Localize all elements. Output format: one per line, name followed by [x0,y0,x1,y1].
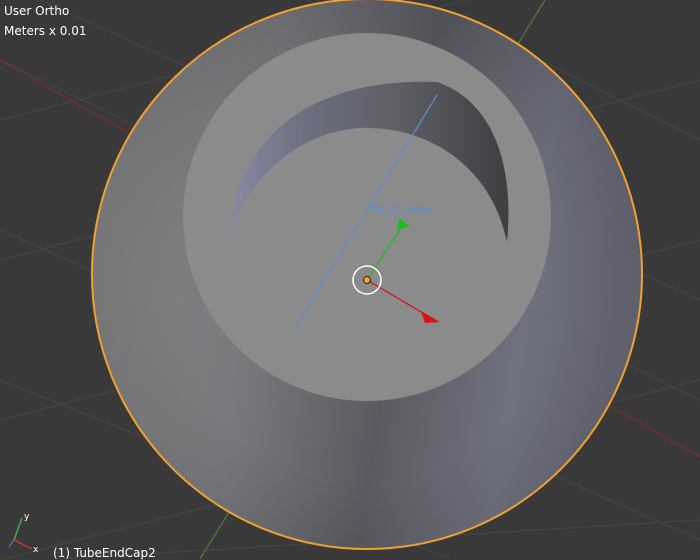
svg-text:y: y [24,512,30,522]
origin-point-icon [363,276,371,284]
unit-scale-label: Meters x 0.01 [4,24,87,38]
ruler-measurement-label: 25.00 mm [369,203,431,217]
3d-viewport[interactable]: 25.00 mm y x [0,0,700,559]
svg-text:x: x [33,545,39,555]
view-mode-label: User Ortho [4,4,70,18]
axis-orientation-icon: y x [8,512,39,555]
active-object-label: (1) TubeEndCap2 [53,546,156,560]
selected-object-tube-end-cap[interactable] [91,0,643,550]
